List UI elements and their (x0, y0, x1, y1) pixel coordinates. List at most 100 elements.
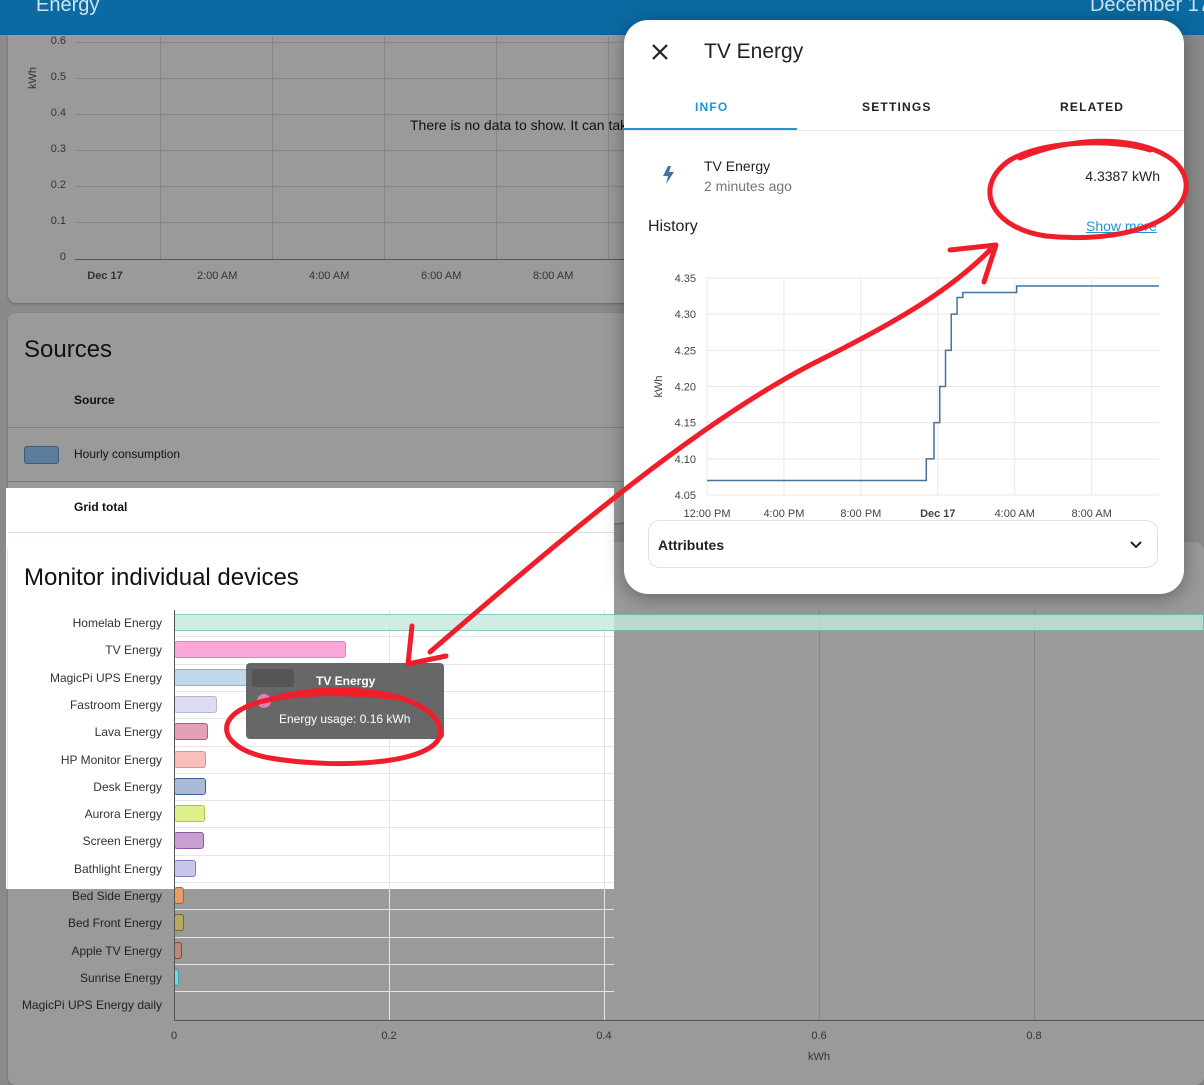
device-label: Apple TV Energy (71, 943, 163, 958)
device-bar (174, 941, 182, 959)
usage-gridline (75, 222, 635, 223)
history-y-tick: 4.25 (675, 345, 696, 357)
devices-row-gridline (174, 800, 614, 802)
history-x-tick: 4:00 AM (995, 508, 1035, 520)
history-x-tick: 12:00 PM (683, 508, 730, 520)
tooltip-swatch (252, 669, 294, 687)
device-label: MagicPi UPS Energy daily (21, 998, 162, 1013)
device-bar (174, 859, 196, 877)
usage-gridline (75, 150, 635, 151)
history-y-tick: 4.20 (675, 382, 696, 394)
usage-y-axis-label: kWh (27, 67, 39, 89)
usage-gridline (496, 36, 497, 259)
device-label: HP Monitor Energy (60, 752, 162, 767)
device-label: Screen Energy (82, 834, 162, 849)
device-label: Aurora Energy (84, 807, 162, 822)
attributes-label: Attributes (658, 537, 725, 553)
history-x-tick: 8:00 AM (1072, 508, 1112, 520)
device-bar (174, 832, 205, 850)
close-icon (652, 44, 668, 60)
date-label: December 17 (1089, 0, 1204, 16)
usage-x-tick: 6:00 AM (421, 270, 462, 282)
device-label: Lava Energy (94, 725, 162, 740)
history-y-tick: 4.35 (675, 273, 696, 285)
source-row-hourly-consumption: Hourly consumption (74, 447, 181, 461)
devices-baseline (174, 1020, 1204, 1021)
usage-y-tick: 0.3 (50, 143, 66, 155)
device-label: Sunrise Energy (79, 970, 162, 985)
sources-divider (8, 427, 628, 428)
usage-y-tick: 0.2 (50, 179, 66, 191)
sources-title: Sources (24, 336, 113, 363)
usage-y-tick: 0.4 (50, 107, 66, 119)
usage-x-tick: 2:00 AM (197, 270, 238, 282)
devices-x-tick: 0.8 (1026, 1030, 1042, 1042)
tooltip-title: TV Energy (316, 674, 376, 688)
device-label: Homelab Energy (72, 616, 162, 630)
sources-divider (8, 481, 628, 482)
device-bar (174, 805, 206, 823)
usage-x-tick: 4:00 AM (309, 270, 350, 282)
tab-divider (624, 130, 1184, 131)
device-label: Bed Side Energy (71, 889, 162, 903)
energy-usage-card (8, 35, 708, 303)
devices-x-tick: 0.6 (811, 1030, 827, 1042)
devices-gridline (1034, 610, 1035, 1020)
attributes-expander[interactable]: Attributes (648, 520, 1158, 568)
devices-row-gridline (174, 772, 614, 774)
usage-gridline (75, 186, 635, 187)
usage-y-tick: 0.1 (50, 215, 66, 227)
chevron-down-icon (1130, 541, 1142, 549)
device-label: MagicPi UPS Energy (49, 670, 162, 685)
entity-name: TV Energy (704, 158, 771, 174)
tab-info[interactable]: INFO (695, 100, 728, 114)
tooltip-marker (257, 694, 271, 708)
no-data-message: There is no data to show. It can tak (410, 117, 628, 133)
devices-row-gridline (174, 745, 614, 747)
history-chart: 4.35 4.30 4.25 4.20 4.15 4.10 4.05 12:00 PM 4:00… (653, 273, 1159, 520)
devices-row-gridline (174, 854, 614, 856)
devices-y-axis (174, 610, 175, 1020)
history-y-tick: 4.15 (675, 418, 696, 430)
devices-row-gridline (174, 909, 614, 911)
device-label: Bed Front Energy (67, 916, 162, 931)
usage-x-tick: Dec 17 (87, 270, 123, 282)
usage-gridline (272, 36, 273, 259)
more-info-dialog: TV Energy INFO SETTINGS RELATED TV Energ… (624, 20, 1184, 594)
usage-y-tick: 0.5 (50, 71, 66, 83)
usage-y-tick: 0 (59, 251, 66, 263)
device-bar (174, 887, 184, 904)
usage-x-tick: 8:00 AM (533, 270, 574, 282)
usage-gridline (75, 42, 635, 43)
devices-row-gridline (174, 991, 614, 993)
devices-x-axis-label: kWh (808, 1051, 830, 1063)
devices-x-tick: 0.4 (596, 1030, 612, 1042)
close-button[interactable] (644, 36, 676, 68)
show-more-link[interactable]: Show more (1086, 218, 1157, 234)
lightning-bolt-icon (663, 166, 674, 184)
device-bar (174, 641, 346, 659)
history-y-tick: 4.05 (675, 490, 696, 502)
page-title: Energy (36, 0, 100, 16)
devices-row-gridline (174, 882, 614, 883)
history-y-tick: 4.30 (675, 309, 696, 321)
devices-row-gridline (174, 636, 614, 638)
device-label: Bathlight Energy (73, 861, 162, 876)
history-label: History (648, 218, 698, 235)
device-bar (174, 723, 209, 741)
device-bar (174, 777, 207, 795)
hourly-consumption-swatch (24, 446, 59, 464)
device-label: Fastroom Energy (69, 697, 162, 712)
chart-tooltip: TV Energy Energy usage: 0.16 kWh (246, 663, 444, 739)
device-bar (174, 695, 217, 713)
usage-gridline (75, 78, 635, 79)
device-label: TV Energy (105, 643, 162, 658)
history-x-tick: 8:00 PM (840, 508, 881, 520)
history-x-tick: 4:00 PM (763, 508, 804, 520)
tab-settings[interactable]: SETTINGS (862, 100, 932, 114)
tab-related[interactable]: RELATED (1060, 100, 1124, 114)
device-bar (174, 614, 1204, 631)
tooltip-value: Energy usage: 0.16 kWh (279, 712, 411, 726)
device-label: Desk Energy (93, 779, 162, 794)
usage-baseline (75, 259, 635, 260)
